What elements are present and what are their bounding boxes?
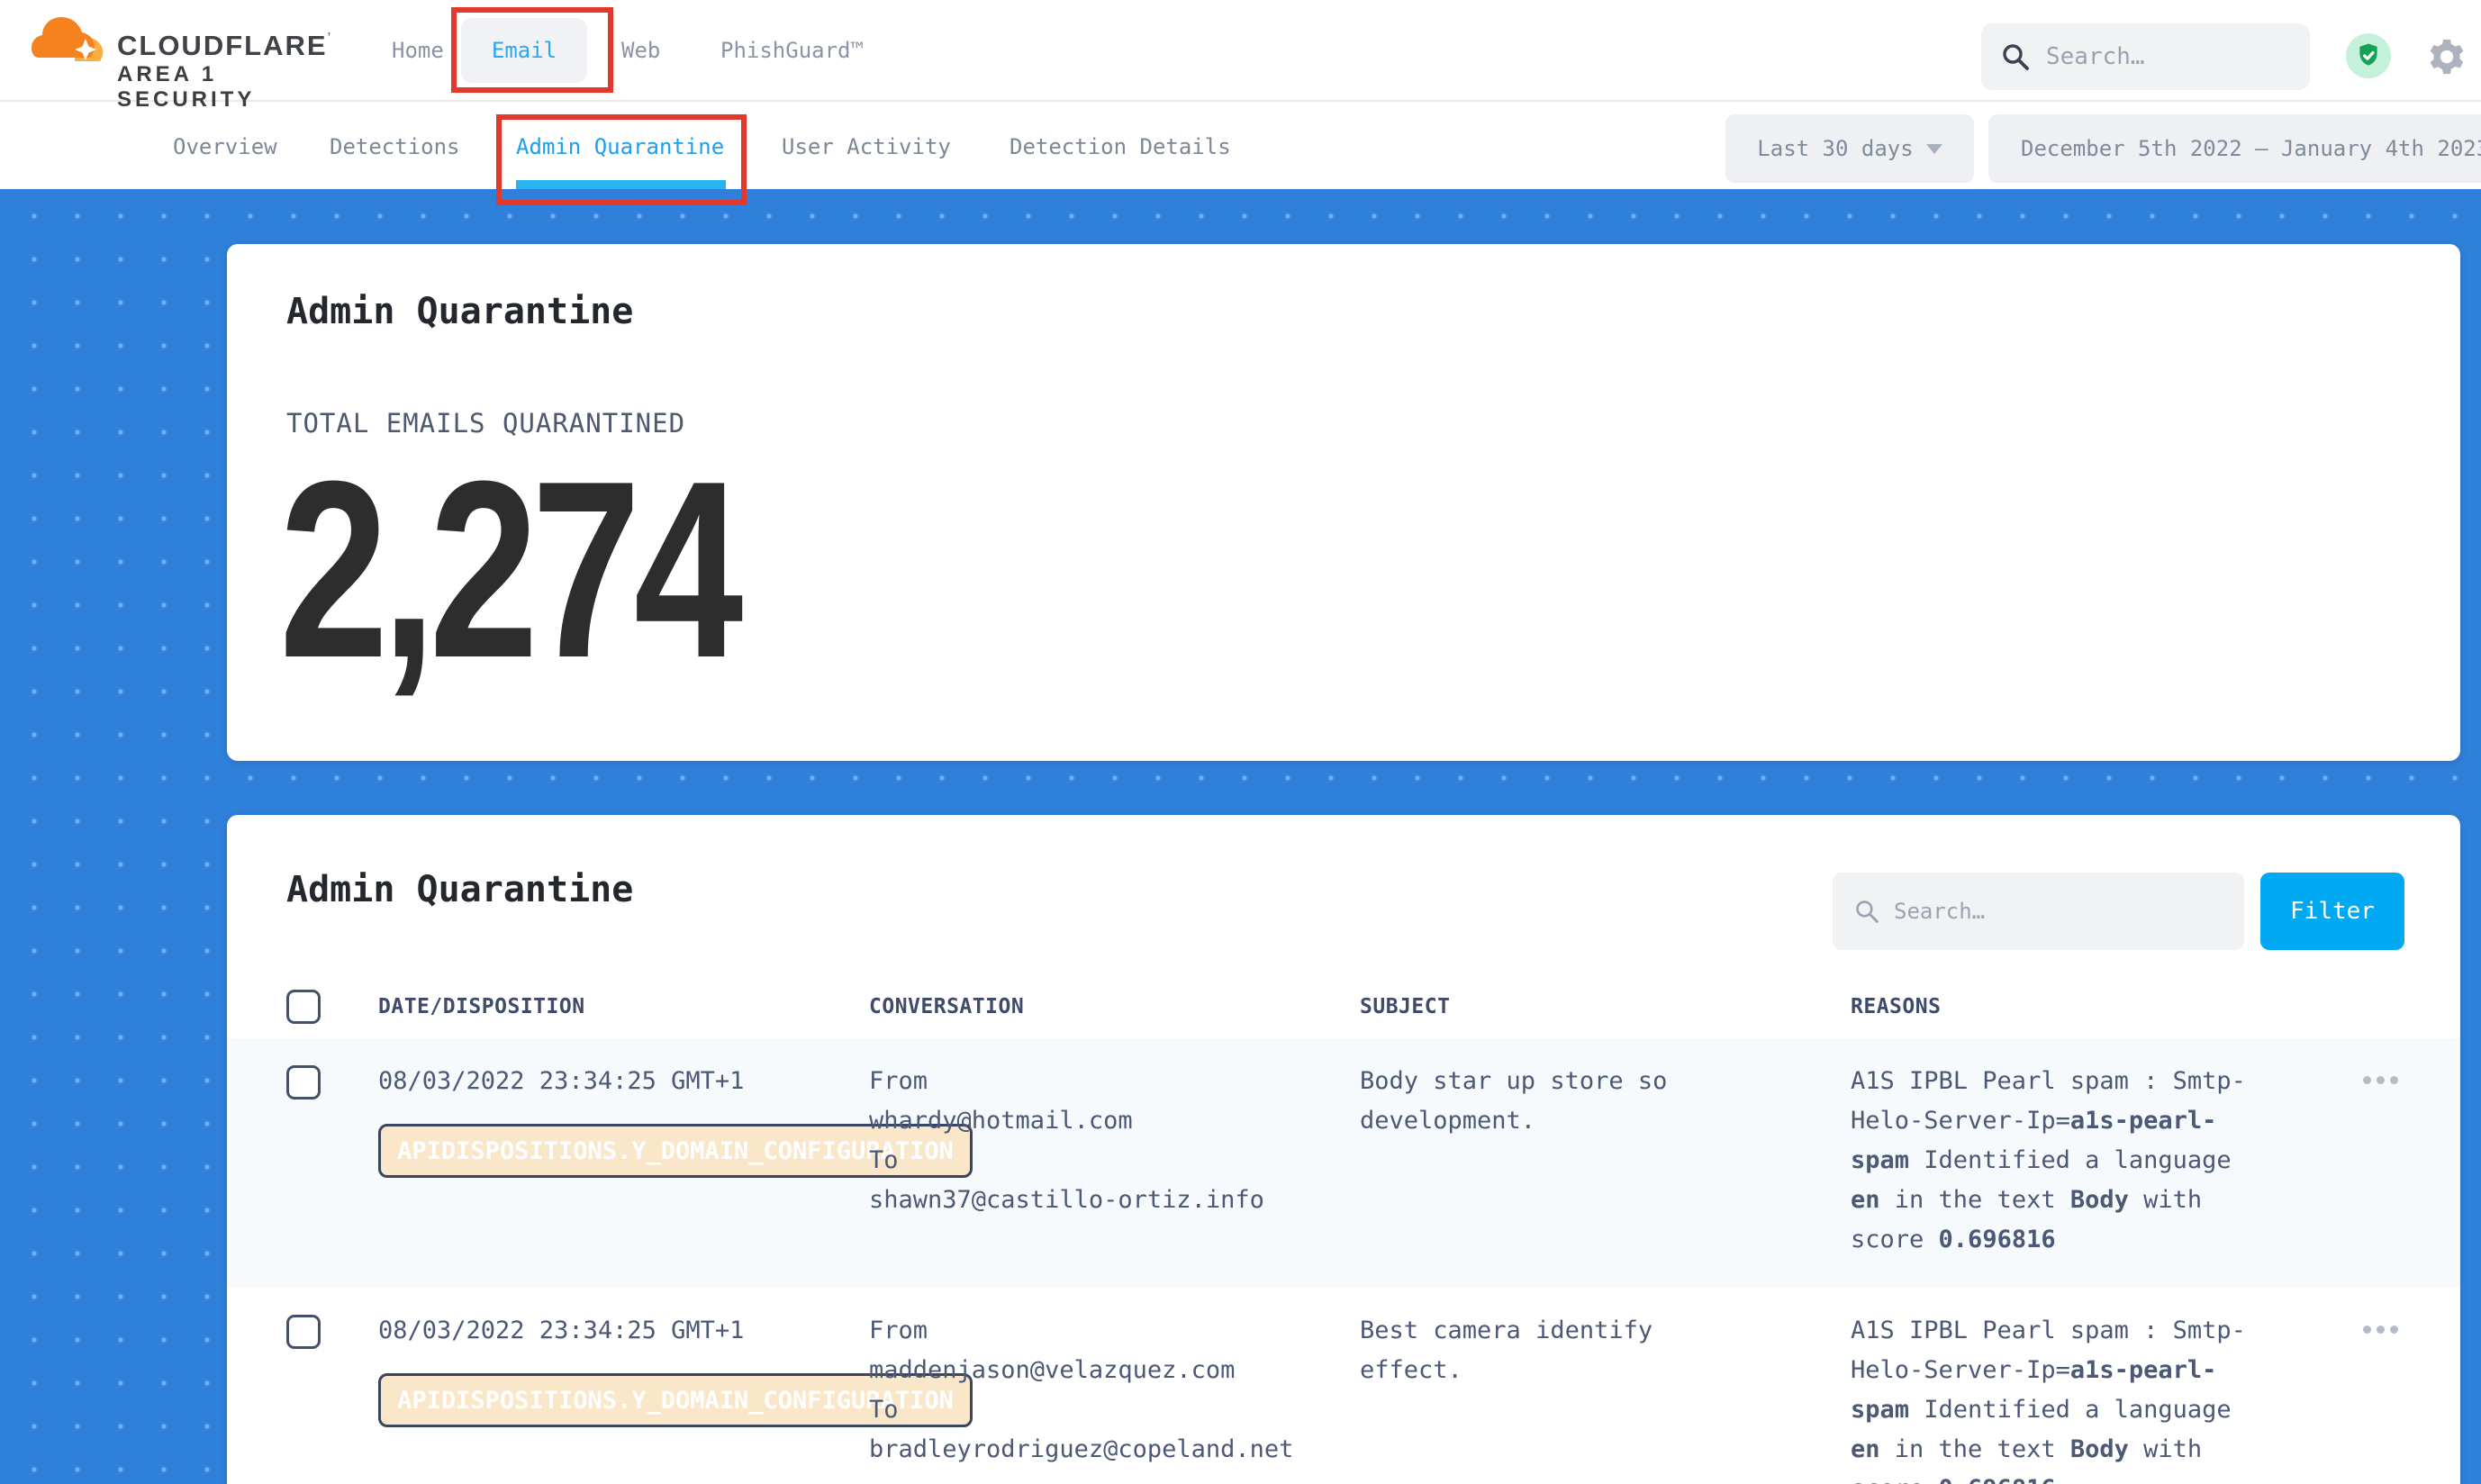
select-all-checkbox[interactable] — [286, 990, 321, 1024]
column-header-reasons: REASONS — [1851, 995, 2341, 1018]
table-row: 08/03/2022 23:34:25 GMT+1 From whardy@ho… — [227, 1038, 2460, 1288]
row-menu-button[interactable] — [2363, 1076, 2398, 1084]
email-sub-nav: Overview Detections Admin Quarantine Use… — [0, 104, 2481, 189]
protection-status-badge[interactable] — [2346, 33, 2391, 82]
table-header-row: DATE/DISPOSITION CONVERSATION SUBJECT RE… — [227, 975, 2460, 1038]
date-range-select-label: Last 30 days — [1757, 136, 1913, 161]
shield-check-icon — [2346, 33, 2391, 78]
brand-logo: CLOUDFLARE’ AREA 1 SECURITY — [27, 5, 333, 95]
table-row: 08/03/2022 23:34:25 GMT+1 From maddenjas… — [227, 1288, 2460, 1484]
row-subject: Best camera identify effect. — [1360, 1311, 1774, 1484]
tab-detection-details[interactable]: Detection Details — [1010, 134, 1231, 159]
brand-name: CLOUDFLARE’ — [117, 30, 332, 62]
column-header-conversation: CONVERSATION — [869, 995, 1360, 1018]
global-search-placeholder: Search… — [2046, 43, 2145, 70]
cloudflare-logo-icon — [32, 12, 114, 69]
global-search-input[interactable]: Search… — [1981, 23, 2310, 90]
date-range-value[interactable]: December 5th 2022 — January 4th 2023 — [1988, 114, 2481, 183]
row-checkbox[interactable] — [286, 1315, 321, 1349]
trademark-mark: ’ — [328, 30, 333, 43]
top-bar: CLOUDFLARE’ AREA 1 SECURITY Home Email W… — [0, 0, 2481, 102]
summary-card-title: Admin Quarantine — [286, 291, 633, 332]
tab-user-activity[interactable]: User Activity — [782, 134, 951, 159]
summary-card: Admin Quarantine TOTAL EMAILS QUARANTINE… — [227, 244, 2460, 761]
quarantine-table-card: Admin Quarantine Search… Filter DATE/DIS… — [227, 815, 2460, 1484]
row-subject: Body star up store so development. — [1360, 1062, 1774, 1260]
tab-detections[interactable]: Detections — [330, 134, 460, 159]
topnav-item-web[interactable]: Web — [621, 38, 660, 63]
active-tab-indicator — [516, 180, 726, 189]
column-header-subject: SUBJECT — [1360, 995, 1851, 1018]
settings-button[interactable] — [2426, 36, 2467, 81]
row-to-email: shawn37@castillo-ortiz.info — [869, 1186, 1264, 1214]
caret-down-icon — [1926, 144, 1942, 154]
column-header-date: DATE/DISPOSITION — [378, 995, 869, 1018]
row-conversation: From maddenjason@velazquez.com To bradle… — [869, 1311, 1360, 1484]
search-icon — [1854, 899, 1879, 924]
row-reasons: A1S IPBL Pearl spam : Smtp-Helo-Server-I… — [1851, 1311, 2305, 1484]
topnav-item-email[interactable]: Email — [461, 18, 587, 83]
table-search-placeholder: Search… — [1894, 899, 1985, 924]
topnav-item-phishguard[interactable]: PhishGuard™ — [720, 38, 864, 63]
metric-value: 2,274 — [279, 444, 737, 696]
row-conversation: From whardy@hotmail.com To shawn37@casti… — [869, 1062, 1360, 1260]
row-reasons: A1S IPBL Pearl spam : Smtp-Helo-Server-I… — [1851, 1062, 2305, 1260]
table-search-input[interactable]: Search… — [1833, 873, 2244, 950]
tab-overview[interactable]: Overview — [173, 134, 277, 159]
table-card-title: Admin Quarantine — [286, 869, 633, 910]
row-to-email: bradleyrodriguez@copeland.net — [869, 1435, 1293, 1463]
filter-button[interactable]: Filter — [2260, 873, 2404, 950]
row-menu-button[interactable] — [2363, 1326, 2398, 1334]
row-checkbox[interactable] — [286, 1065, 321, 1099]
table-body: 08/03/2022 23:34:25 GMT+1 From whardy@ho… — [227, 1038, 2460, 1484]
tab-admin-quarantine[interactable]: Admin Quarantine — [516, 134, 724, 159]
search-icon — [2001, 42, 2030, 71]
row-from-email: whardy@hotmail.com — [869, 1107, 1133, 1135]
date-range-select[interactable]: Last 30 days — [1725, 114, 1974, 183]
brand-subtitle: AREA 1 SECURITY — [117, 62, 333, 113]
page: CLOUDFLARE’ AREA 1 SECURITY Home Email W… — [0, 0, 2481, 1484]
topnav-item-home[interactable]: Home — [392, 38, 444, 63]
gear-icon — [2426, 36, 2467, 77]
row-from-email: maddenjason@velazquez.com — [869, 1356, 1235, 1384]
